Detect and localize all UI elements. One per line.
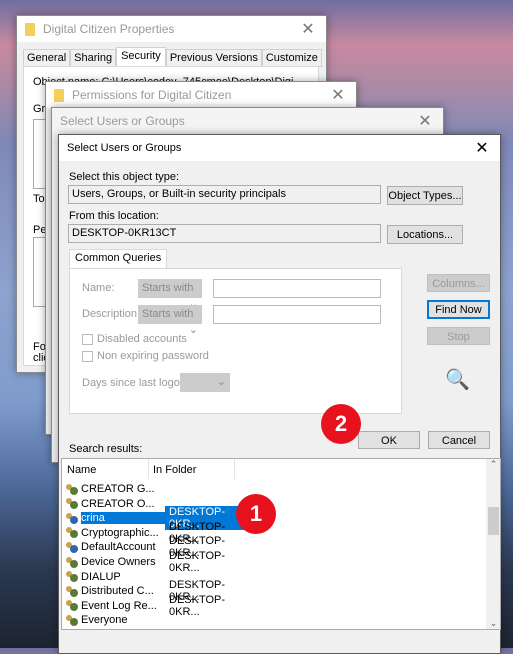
group-icon [65, 526, 79, 539]
scroll-down-icon[interactable]: ⌄ [486, 618, 500, 629]
result-name: Device Owners [81, 556, 156, 568]
close-icon[interactable]: ✕ [320, 85, 356, 105]
object-type-label: Select this object type: [69, 171, 180, 183]
folder-icon [25, 22, 35, 36]
locations-button[interactable]: Locations... [387, 225, 463, 244]
result-row[interactable]: Cryptographic... DESKTOP-0KR... [65, 521, 500, 545]
group-icon [65, 570, 79, 583]
result-row[interactable]: CREATOR G... [65, 482, 500, 496]
location-field: DESKTOP-0KR13CT [68, 224, 381, 243]
close-icon[interactable]: ✕ [407, 111, 443, 131]
to-label: To [33, 193, 45, 205]
columns-button[interactable]: Columns... [427, 274, 490, 292]
search-magnifier-icon: 🔍 [445, 369, 470, 391]
column-header-folder[interactable]: In Folder [153, 464, 196, 476]
result-row[interactable]: Device Owners DESKTOP-0KR... [65, 550, 500, 574]
result-name: CREATOR G... [81, 483, 155, 495]
search-results-list[interactable]: Name In Folder CREATOR G... CREATOR O... c… [61, 458, 501, 630]
close-icon[interactable]: ✕ [290, 19, 326, 39]
result-row[interactable]: DIALUP [65, 570, 500, 584]
tab-customize[interactable]: Customize [261, 49, 322, 67]
result-name: crina [81, 512, 165, 525]
column-header-name[interactable]: Name [67, 464, 96, 476]
dialog-title: Select Users or Groups [67, 142, 182, 154]
select-value: Starts with [142, 282, 194, 294]
object-types-button[interactable]: Object Types... [387, 186, 463, 205]
window-title: Digital Citizen Properties [43, 22, 175, 36]
group-icon [65, 614, 79, 627]
search-results-label: Search results: [69, 443, 143, 455]
tab-previous-versions[interactable]: Previous Versions [165, 49, 262, 67]
user-icon [65, 512, 79, 525]
tab-general[interactable]: General [23, 49, 71, 67]
tab-security[interactable]: Security [116, 47, 166, 67]
result-name: Cryptographic... [81, 526, 159, 539]
days-select[interactable]: ⌄ [180, 373, 230, 392]
select-users-dialog: Select Users or Groups ✕ Select this obje… [58, 134, 501, 654]
chevron-down-icon: ⌄ [188, 324, 198, 336]
ok-button[interactable]: OK [358, 431, 420, 449]
folder-icon [54, 88, 64, 102]
name-match-select[interactable]: Starts with ⌄ [138, 279, 202, 310]
close-icon[interactable]: ✕ [464, 138, 500, 158]
result-name: Everyone [81, 614, 128, 627]
disabled-accounts-label: Disabled accounts [97, 333, 187, 345]
user-icon [65, 541, 79, 554]
group-icon [65, 585, 79, 598]
column-divider [234, 459, 235, 479]
group-icon [65, 483, 79, 496]
stop-button[interactable]: Stop [427, 327, 490, 345]
scrollbar[interactable]: ⌃ ⌄ [486, 459, 500, 629]
name-input[interactable] [213, 279, 381, 298]
non-expiring-label: Non expiring password [97, 350, 209, 362]
select-value: Starts with [142, 308, 194, 320]
step-badge-2: 2 [321, 404, 361, 444]
tab-common-queries[interactable]: Common Queries [69, 249, 168, 268]
find-now-button[interactable]: Find Now [427, 300, 490, 319]
result-row[interactable]: DefaultAccount DESKTOP-0KR... [65, 535, 500, 559]
result-row[interactable]: Everyone [65, 613, 500, 627]
scroll-up-icon[interactable]: ⌃ [486, 459, 500, 470]
result-name: DefaultAccount [81, 541, 156, 554]
days-label: Days since last logon: [82, 377, 189, 389]
name-label: Name: [82, 282, 115, 294]
disabled-accounts-checkbox[interactable] [82, 334, 93, 345]
result-row[interactable]: Event Log Re... DESKTOP-0KR... [65, 594, 500, 618]
result-name: CREATOR O... [81, 497, 155, 510]
location-label: From this location: [69, 210, 159, 222]
group-label: Gr [33, 103, 46, 115]
tab-bar: General Sharing Security Previous Versio… [23, 47, 322, 67]
tab-sharing[interactable]: Sharing [70, 49, 117, 67]
window-title: Select Users or Groups [60, 114, 185, 128]
common-queries-panel: Name: Starts with ⌄ Description: Starts w… [69, 268, 402, 414]
result-name: Distributed C... [81, 585, 154, 598]
non-expiring-checkbox[interactable] [82, 351, 93, 362]
step-badge-1: 1 [236, 494, 276, 534]
object-type-field: Users, Groups, or Built-in security prin… [68, 185, 381, 204]
result-row[interactable]: CREATOR O... [65, 497, 500, 511]
window-title: Permissions for Digital Citizen [72, 88, 232, 102]
group-icon [65, 556, 79, 569]
result-name: Event Log Re... [81, 599, 157, 612]
description-label: Description: [82, 308, 141, 320]
group-icon [65, 599, 79, 612]
result-row[interactable]: crina DESKTOP-0KR... [65, 506, 500, 531]
scrollbar-thumb[interactable] [488, 507, 499, 535]
column-divider [148, 459, 149, 479]
chevron-down-icon: ⌄ [216, 376, 226, 388]
description-match-select[interactable]: Starts with ⌄ [138, 305, 202, 336]
result-name: DIALUP [81, 570, 121, 583]
cancel-button[interactable]: Cancel [428, 431, 490, 449]
result-row[interactable]: Distributed C... DESKTOP-0KR... [65, 579, 500, 603]
description-input[interactable] [213, 305, 381, 324]
group-icon [65, 497, 79, 510]
